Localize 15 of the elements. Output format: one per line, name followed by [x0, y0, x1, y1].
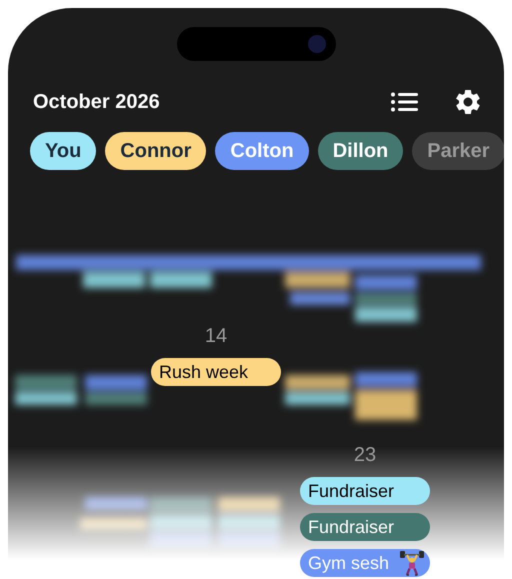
- event-chip[interactable]: Gym sesh: [300, 549, 430, 577]
- event-chip[interactable]: Fundraiser: [300, 477, 430, 505]
- event-chip[interactable]: Fundraiser: [300, 513, 430, 541]
- event-chip[interactable]: Rush week: [151, 358, 281, 386]
- person-filter-chip[interactable]: You: [30, 132, 96, 170]
- month-title: October 2026: [33, 90, 160, 114]
- person-filter-chip[interactable]: Dillon: [318, 132, 404, 170]
- person-filter-chip[interactable]: Connor: [105, 132, 206, 170]
- day-number: 23: [354, 443, 376, 467]
- list-icon[interactable]: [391, 92, 418, 112]
- weightlifter-icon: [400, 550, 424, 576]
- day-number: 14: [204, 324, 228, 348]
- camera-icon: [308, 35, 326, 53]
- person-filter-chip[interactable]: Parker: [412, 132, 504, 170]
- person-filter-chip[interactable]: Colton: [215, 132, 309, 170]
